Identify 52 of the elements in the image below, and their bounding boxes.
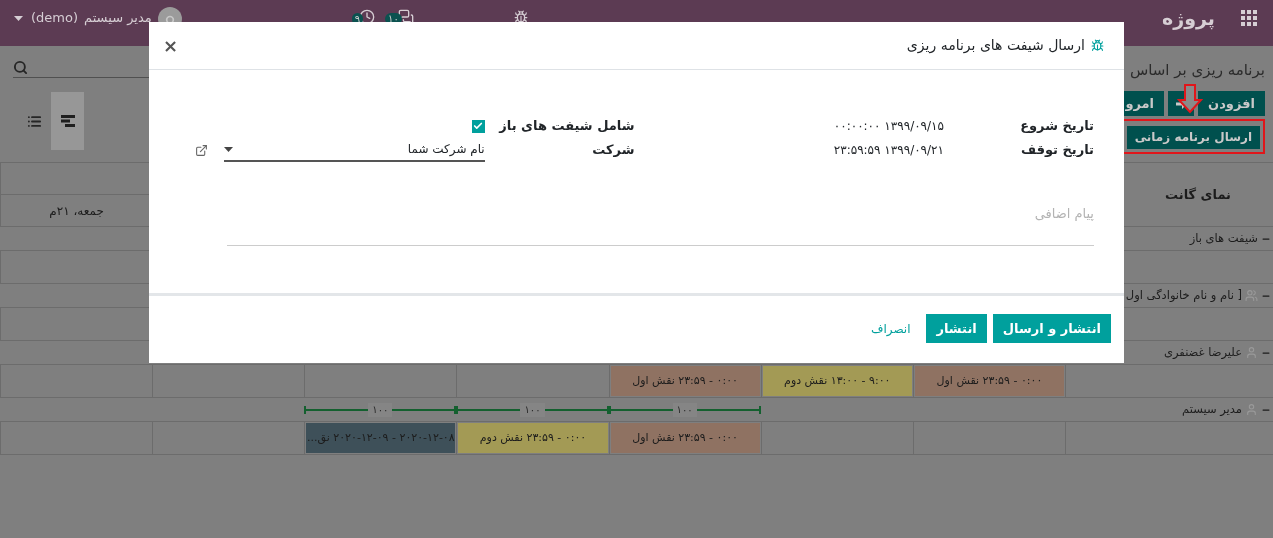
dialog-title: ارسال شیفت های برنامه ریزی (906, 36, 1085, 56)
select-value: نام شرکت شما (407, 141, 485, 158)
field-value: ۱۳۹۹/۰۹/۲۱ ۲۳:۵۹:۵۹ (833, 142, 944, 159)
cancel-link[interactable]: انصراف (861, 314, 921, 343)
caret-icon (224, 146, 233, 152)
gantt-view-button[interactable] (51, 92, 84, 150)
check-icon (473, 121, 483, 131)
search-icon (13, 60, 28, 75)
day-header: جمعه، ۲۱م (49, 202, 104, 220)
clock-icon[interactable] (359, 9, 376, 25)
bug-icon[interactable] (513, 10, 528, 24)
resource-name: [ نام و نام خانوادگی اول (1125, 286, 1242, 304)
shift-pill[interactable]: ۰:۰۰ - ۲۳:۵۹ نقش اول (610, 366, 760, 396)
close-button[interactable]: × (163, 32, 179, 59)
allocation-value: ۱۰۰ (520, 402, 545, 417)
gantt-title: نمای گانت (1165, 185, 1231, 204)
allocation-value: ۱۰۰ (672, 402, 697, 417)
shift-pill[interactable]: ۰:۰۰ - ۲۳:۵۹ نقش دوم (458, 423, 608, 453)
chat-icon[interactable] (397, 9, 414, 25)
person-icon (1245, 346, 1258, 359)
toolbar-button[interactable]: افزودن (1198, 91, 1265, 116)
allocation-value: ۱۰۰ (368, 402, 393, 417)
field-value: ۱۳۹۹/۰۹/۱۵ ۰۰:۰۰:۰۰ (833, 118, 944, 135)
page-title: برنامه ریزی بر اساس (1129, 60, 1265, 81)
person-icon (1245, 403, 1258, 416)
shift-pill[interactable]: ۰:۰۰ - ۲۳:۵۹ نقش اول (914, 366, 1064, 396)
database-name: (demo) (31, 9, 79, 27)
people-icon (1245, 289, 1258, 302)
list-icon (27, 113, 42, 129)
external-link-icon[interactable] (195, 143, 208, 157)
field-label: تاریخ شروع (1019, 117, 1094, 136)
resource-name: شیفت های باز (1189, 229, 1258, 247)
send-schedule-button[interactable]: ارسال برنامه زمانی (1126, 125, 1260, 149)
dialog-button[interactable]: انتشار (926, 314, 987, 343)
shift-pill[interactable]: ۰:۰۰ - ۲۳:۵۹ نقش اول (610, 423, 760, 453)
annotation-arrow (1177, 84, 1203, 114)
caret-icon (14, 16, 23, 21)
field-label: شامل شیفت های باز (497, 117, 635, 136)
company-select[interactable]: نام شرکت شما (224, 138, 485, 162)
resource-name: مدیر سیستم (1182, 400, 1242, 418)
gantt-icon (60, 115, 75, 127)
dialog-button[interactable]: انتشار و ارسال (992, 314, 1111, 343)
user-name[interactable]: مدیر سیستم (84, 7, 152, 29)
resource-name: علیرضا غضنفری (1163, 343, 1242, 361)
bug-icon (1091, 39, 1104, 52)
field-label: تاریخ توقف (1019, 141, 1094, 160)
checkbox[interactable] (471, 119, 485, 133)
apps-grid-icon[interactable] (1241, 10, 1257, 26)
app-title: پروژه (1162, 7, 1215, 29)
field-label: شرکت (591, 141, 635, 160)
shift-pill[interactable]: ۹:۰۰ - ۱۳:۰۰ نقش دوم (762, 366, 912, 396)
message-field[interactable]: پیام اضافی (227, 198, 1094, 246)
